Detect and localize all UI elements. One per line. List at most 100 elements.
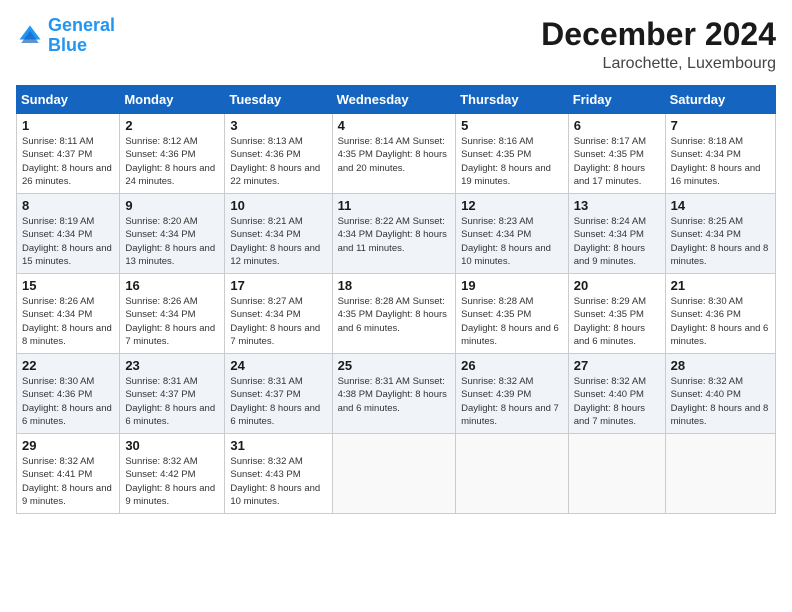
day-info: Sunrise: 8:29 AM Sunset: 4:35 PM Dayligh… xyxy=(574,295,660,348)
day-number: 5 xyxy=(461,118,563,133)
calendar-week-row: 8Sunrise: 8:19 AM Sunset: 4:34 PM Daylig… xyxy=(17,194,776,274)
logo-text-line1: General xyxy=(48,16,115,36)
day-number: 4 xyxy=(338,118,451,133)
day-info: Sunrise: 8:30 AM Sunset: 4:36 PM Dayligh… xyxy=(22,375,114,428)
calendar-cell: 1 Sunrise: 8:11 AM Sunset: 4:37 PM Daylig… xyxy=(17,114,120,194)
day-info: Sunrise: 8:32 AM Sunset: 4:40 PM Dayligh… xyxy=(671,375,770,428)
day-number: 6 xyxy=(574,118,660,133)
weekday-header-row: SundayMondayTuesdayWednesdayThursdayFrid… xyxy=(17,86,776,114)
day-number: 13 xyxy=(574,198,660,213)
calendar-cell: 17 Sunrise: 8:27 AM Sunset: 4:34 PM Dayli… xyxy=(225,274,332,354)
calendar-cell: 12 Sunrise: 8:23 AM Sunset: 4:34 PM Dayli… xyxy=(456,194,569,274)
weekday-header-friday: Friday xyxy=(568,86,665,114)
calendar-cell xyxy=(456,434,569,514)
day-number: 25 xyxy=(338,358,451,373)
day-info: Sunrise: 8:23 AM Sunset: 4:34 PM Dayligh… xyxy=(461,215,563,268)
calendar-cell: 4 Sunrise: 8:14 AM Sunset: 4:35 PM Daylig… xyxy=(332,114,456,194)
calendar-cell: 3Sunrise: 8:13 AM Sunset: 4:36 PM Daylig… xyxy=(225,114,332,194)
day-number: 12 xyxy=(461,198,563,213)
day-number: 14 xyxy=(671,198,770,213)
weekday-header-tuesday: Tuesday xyxy=(225,86,332,114)
day-info: Sunrise: 8:26 AM Sunset: 4:34 PM Dayligh… xyxy=(22,295,114,348)
calendar-cell: 14 Sunrise: 8:25 AM Sunset: 4:34 PM Dayli… xyxy=(665,194,775,274)
day-info: Sunrise: 8:31 AM Sunset: 4:37 PM Dayligh… xyxy=(230,375,326,428)
calendar-week-row: 1 Sunrise: 8:11 AM Sunset: 4:37 PM Daylig… xyxy=(17,114,776,194)
day-info: Sunrise: 8:32 AM Sunset: 4:40 PM Dayligh… xyxy=(574,375,660,428)
calendar-cell: 8Sunrise: 8:19 AM Sunset: 4:34 PM Daylig… xyxy=(17,194,120,274)
calendar-cell: 26 Sunrise: 8:32 AM Sunset: 4:39 PM Dayli… xyxy=(456,354,569,434)
day-number: 24 xyxy=(230,358,326,373)
day-info: Sunrise: 8:32 AM Sunset: 4:39 PM Dayligh… xyxy=(461,375,563,428)
calendar-cell: 22Sunrise: 8:30 AM Sunset: 4:36 PM Dayli… xyxy=(17,354,120,434)
day-number: 31 xyxy=(230,438,326,453)
calendar-cell: 5 Sunrise: 8:16 AM Sunset: 4:35 PM Daylig… xyxy=(456,114,569,194)
day-number: 2 xyxy=(125,118,219,133)
calendar-cell: 7Sunrise: 8:18 AM Sunset: 4:34 PM Daylig… xyxy=(665,114,775,194)
day-number: 23 xyxy=(125,358,219,373)
calendar-cell: 29 Sunrise: 8:32 AM Sunset: 4:41 PM Dayli… xyxy=(17,434,120,514)
calendar-cell: 25 Sunrise: 8:31 AM Sunset: 4:38 PM Dayli… xyxy=(332,354,456,434)
day-info: Sunrise: 8:13 AM Sunset: 4:36 PM Dayligh… xyxy=(230,135,326,188)
day-info: Sunrise: 8:31 AM Sunset: 4:38 PM Dayligh… xyxy=(338,375,451,415)
calendar-cell: 20Sunrise: 8:29 AM Sunset: 4:35 PM Dayli… xyxy=(568,274,665,354)
calendar-cell: 18 Sunrise: 8:28 AM Sunset: 4:35 PM Dayli… xyxy=(332,274,456,354)
calendar-cell: 15 Sunrise: 8:26 AM Sunset: 4:34 PM Dayli… xyxy=(17,274,120,354)
day-number: 10 xyxy=(230,198,326,213)
day-info: Sunrise: 8:32 AM Sunset: 4:42 PM Dayligh… xyxy=(125,455,219,508)
day-number: 18 xyxy=(338,278,451,293)
day-info: Sunrise: 8:16 AM Sunset: 4:35 PM Dayligh… xyxy=(461,135,563,188)
calendar-cell: 10 Sunrise: 8:21 AM Sunset: 4:34 PM Dayli… xyxy=(225,194,332,274)
day-number: 1 xyxy=(22,118,114,133)
day-info: Sunrise: 8:32 AM Sunset: 4:41 PM Dayligh… xyxy=(22,455,114,508)
calendar-cell: 31 Sunrise: 8:32 AM Sunset: 4:43 PM Dayli… xyxy=(225,434,332,514)
calendar-cell xyxy=(568,434,665,514)
weekday-header-sunday: Sunday xyxy=(17,86,120,114)
logo-icon xyxy=(16,22,44,50)
day-info: Sunrise: 8:12 AM Sunset: 4:36 PM Dayligh… xyxy=(125,135,219,188)
day-info: Sunrise: 8:11 AM Sunset: 4:37 PM Dayligh… xyxy=(22,135,114,188)
calendar-cell: 30 Sunrise: 8:32 AM Sunset: 4:42 PM Dayli… xyxy=(120,434,225,514)
calendar-cell xyxy=(332,434,456,514)
weekday-header-wednesday: Wednesday xyxy=(332,86,456,114)
day-info: Sunrise: 8:26 AM Sunset: 4:34 PM Dayligh… xyxy=(125,295,219,348)
calendar-week-row: 15 Sunrise: 8:26 AM Sunset: 4:34 PM Dayli… xyxy=(17,274,776,354)
weekday-header-saturday: Saturday xyxy=(665,86,775,114)
month-title: December 2024 xyxy=(541,16,776,53)
calendar-cell: 19Sunrise: 8:28 AM Sunset: 4:35 PM Dayli… xyxy=(456,274,569,354)
calendar-cell: 16Sunrise: 8:26 AM Sunset: 4:34 PM Dayli… xyxy=(120,274,225,354)
day-number: 11 xyxy=(338,198,451,213)
day-info: Sunrise: 8:25 AM Sunset: 4:34 PM Dayligh… xyxy=(671,215,770,268)
calendar-cell: 13 Sunrise: 8:24 AM Sunset: 4:34 PM Dayli… xyxy=(568,194,665,274)
calendar-cell: 11 Sunrise: 8:22 AM Sunset: 4:34 PM Dayli… xyxy=(332,194,456,274)
day-number: 26 xyxy=(461,358,563,373)
day-number: 21 xyxy=(671,278,770,293)
day-info: Sunrise: 8:27 AM Sunset: 4:34 PM Dayligh… xyxy=(230,295,326,348)
day-number: 17 xyxy=(230,278,326,293)
logo-text-line2: Blue xyxy=(48,36,115,56)
day-info: Sunrise: 8:18 AM Sunset: 4:34 PM Dayligh… xyxy=(671,135,770,188)
day-number: 29 xyxy=(22,438,114,453)
day-info: Sunrise: 8:30 AM Sunset: 4:36 PM Dayligh… xyxy=(671,295,770,348)
weekday-header-thursday: Thursday xyxy=(456,86,569,114)
day-number: 28 xyxy=(671,358,770,373)
day-info: Sunrise: 8:31 AM Sunset: 4:37 PM Dayligh… xyxy=(125,375,219,428)
day-info: Sunrise: 8:28 AM Sunset: 4:35 PM Dayligh… xyxy=(338,295,451,335)
day-number: 9 xyxy=(125,198,219,213)
calendar-week-row: 29 Sunrise: 8:32 AM Sunset: 4:41 PM Dayli… xyxy=(17,434,776,514)
day-info: Sunrise: 8:32 AM Sunset: 4:43 PM Dayligh… xyxy=(230,455,326,508)
location-title: Larochette, Luxembourg xyxy=(541,55,776,73)
day-info: Sunrise: 8:24 AM Sunset: 4:34 PM Dayligh… xyxy=(574,215,660,268)
header: General Blue December 2024 Larochette, L… xyxy=(16,16,776,73)
calendar-cell: 21 Sunrise: 8:30 AM Sunset: 4:36 PM Dayli… xyxy=(665,274,775,354)
day-info: Sunrise: 8:14 AM Sunset: 4:35 PM Dayligh… xyxy=(338,135,451,175)
day-info: Sunrise: 8:22 AM Sunset: 4:34 PM Dayligh… xyxy=(338,215,451,255)
day-info: Sunrise: 8:21 AM Sunset: 4:34 PM Dayligh… xyxy=(230,215,326,268)
day-number: 15 xyxy=(22,278,114,293)
calendar-cell xyxy=(665,434,775,514)
calendar-cell: 6Sunrise: 8:17 AM Sunset: 4:35 PM Daylig… xyxy=(568,114,665,194)
day-number: 30 xyxy=(125,438,219,453)
calendar-cell: 9Sunrise: 8:20 AM Sunset: 4:34 PM Daylig… xyxy=(120,194,225,274)
calendar-cell: 28 Sunrise: 8:32 AM Sunset: 4:40 PM Dayli… xyxy=(665,354,775,434)
calendar-cell: 24 Sunrise: 8:31 AM Sunset: 4:37 PM Dayli… xyxy=(225,354,332,434)
logo: General Blue xyxy=(16,16,115,56)
